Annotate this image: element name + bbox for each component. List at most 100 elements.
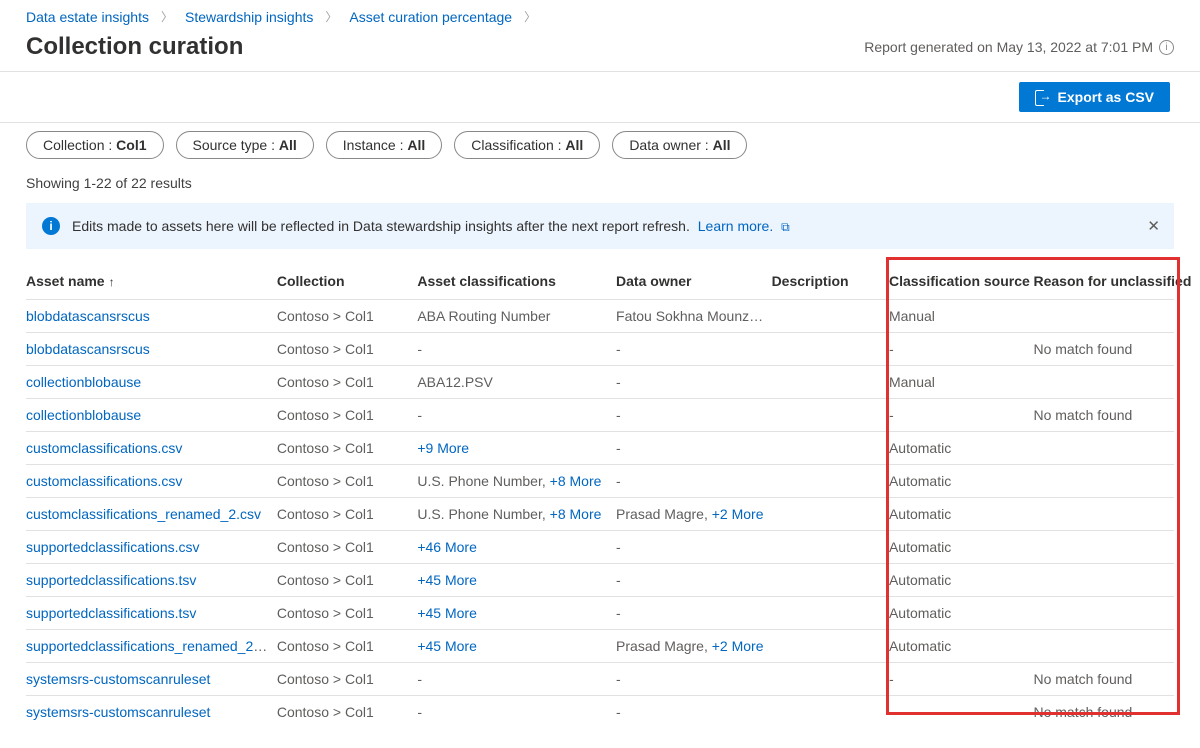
more-owners-link[interactable]: +2 More <box>712 506 764 522</box>
crumb-0[interactable]: Data estate insights <box>26 9 149 25</box>
info-icon[interactable]: i <box>1159 40 1174 55</box>
cell-classifications: U.S. Phone Number, +8 More <box>417 498 616 531</box>
more-classifications-link[interactable]: +45 More <box>417 572 477 588</box>
cell-classification-source: Automatic <box>889 597 1034 630</box>
asset-link[interactable]: supportedclassifications_renamed_2.tsv <box>26 638 275 654</box>
more-classifications-link[interactable]: +46 More <box>417 539 477 555</box>
asset-link[interactable]: customclassifications_renamed_2.csv <box>26 506 261 522</box>
cell-classifications: +45 More <box>417 630 616 663</box>
export-icon <box>1035 90 1050 104</box>
table-row: supportedclassifications.csvContoso > Co… <box>26 531 1174 564</box>
filter-pill-1[interactable]: Source type : All <box>176 131 314 159</box>
cell-classifications: - <box>417 333 616 366</box>
asset-link[interactable]: customclassifications.csv <box>26 440 182 456</box>
cell-collection: Contoso > Col1 <box>277 432 417 465</box>
cell-reason: No match found <box>1033 333 1174 366</box>
filter-pill-0[interactable]: Collection : Col1 <box>26 131 164 159</box>
cell-description <box>772 564 889 597</box>
asset-link[interactable]: blobdatascansrscus <box>26 341 150 357</box>
banner-learn-more-link[interactable]: Learn more. <box>698 218 773 234</box>
table-row: supportedclassifications_renamed_2.tsvCo… <box>26 630 1174 663</box>
cell-reason <box>1033 564 1174 597</box>
page-title: Collection curation <box>26 33 243 61</box>
cell-classification-source: Automatic <box>889 531 1034 564</box>
cell-data-owner: - <box>616 432 772 465</box>
col-asset-name[interactable]: Asset name↑ <box>26 263 277 300</box>
breadcrumb: Data estate insights 〉 Stewardship insig… <box>0 0 1200 31</box>
cell-data-owner: Prasad Magre, +2 More <box>616 498 772 531</box>
cell-description <box>772 696 889 729</box>
cell-classification-source: - <box>889 333 1034 366</box>
cell-data-owner: Fatou Sokhna Mounzeo <box>616 300 772 333</box>
cell-collection: Contoso > Col1 <box>277 465 417 498</box>
info-solid-icon: i <box>42 217 60 235</box>
cell-classification-source: Manual <box>889 366 1034 399</box>
table-row: customclassifications.csv Contoso > Col1U… <box>26 465 1174 498</box>
results-count: Showing 1-22 of 22 results <box>0 165 1200 203</box>
filter-pill-4[interactable]: Data owner : All <box>612 131 747 159</box>
cell-description <box>772 300 889 333</box>
asset-link[interactable]: supportedclassifications.csv <box>26 539 200 555</box>
close-icon[interactable]: ✕ <box>1147 217 1160 235</box>
cell-collection: Contoso > Col1 <box>277 696 417 729</box>
more-owners-link[interactable]: +2 More <box>712 638 764 654</box>
filter-pill-2[interactable]: Instance : All <box>326 131 442 159</box>
cell-classification-source: Automatic <box>889 630 1034 663</box>
asset-link[interactable]: collectionblobause <box>26 374 141 390</box>
cell-data-owner: - <box>616 333 772 366</box>
asset-link[interactable]: supportedclassifications.tsv <box>26 572 196 588</box>
crumb-2[interactable]: Asset curation percentage <box>349 9 512 25</box>
sort-asc-icon: ↑ <box>109 275 115 289</box>
chevron-right-icon: 〉 <box>325 8 337 25</box>
asset-link[interactable]: collectionblobause <box>26 407 141 423</box>
filter-bar: Collection : Col1 Source type : All Instan… <box>0 123 1200 165</box>
cell-data-owner: Prasad Magre, +2 More <box>616 630 772 663</box>
col-description[interactable]: Description <box>772 263 889 300</box>
export-csv-button[interactable]: Export as CSV <box>1019 82 1170 112</box>
cell-reason <box>1033 531 1174 564</box>
col-asset-classifications[interactable]: Asset classifications <box>417 263 616 300</box>
cell-description <box>772 465 889 498</box>
asset-link[interactable]: systemsrs-customscanruleset <box>26 704 210 720</box>
info-banner: i Edits made to assets here will be refl… <box>26 203 1174 249</box>
asset-link[interactable]: supportedclassifications.tsv <box>26 605 196 621</box>
crumb-1[interactable]: Stewardship insights <box>185 9 313 25</box>
external-link-icon: ⧉ <box>781 220 790 235</box>
cell-collection: Contoso > Col1 <box>277 564 417 597</box>
cell-classifications: - <box>417 399 616 432</box>
more-classifications-link[interactable]: +8 More <box>550 506 602 522</box>
col-collection[interactable]: Collection <box>277 263 417 300</box>
cell-classification-source: Automatic <box>889 465 1034 498</box>
more-classifications-link[interactable]: +45 More <box>417 638 477 654</box>
filter-pill-3[interactable]: Classification : All <box>454 131 600 159</box>
cell-reason <box>1033 630 1174 663</box>
more-classifications-link[interactable]: +8 More <box>550 473 602 489</box>
cell-classifications: - <box>417 696 616 729</box>
asset-link[interactable]: systemsrs-customscanruleset <box>26 671 210 687</box>
col-data-owner[interactable]: Data owner <box>616 263 772 300</box>
cell-data-owner: - <box>616 399 772 432</box>
cell-description <box>772 531 889 564</box>
cell-reason <box>1033 465 1174 498</box>
cell-data-owner: - <box>616 366 772 399</box>
cell-data-owner: - <box>616 696 772 729</box>
asset-link[interactable]: customclassifications.csv <box>26 473 182 489</box>
table-row: supportedclassifications.tsv Contoso > Co… <box>26 564 1174 597</box>
cell-classifications: U.S. Phone Number, +8 More <box>417 465 616 498</box>
more-classifications-link[interactable]: +45 More <box>417 605 477 621</box>
cell-classification-source: Automatic <box>889 498 1034 531</box>
cell-data-owner: - <box>616 531 772 564</box>
cell-reason <box>1033 300 1174 333</box>
cell-classifications: - <box>417 663 616 696</box>
cell-description <box>772 333 889 366</box>
col-classification-source[interactable]: Classification source <box>889 263 1034 300</box>
cell-description <box>772 597 889 630</box>
chevron-right-icon: 〉 <box>524 8 536 25</box>
asset-link[interactable]: blobdatascansrscus <box>26 308 150 324</box>
more-classifications-link[interactable]: +9 More <box>417 440 469 456</box>
col-reason-unclassified[interactable]: Reason for unclassified <box>1033 263 1174 300</box>
table-row: collectionblobauseContoso > Col1---No ma… <box>26 399 1174 432</box>
cell-classifications: ABA Routing Number <box>417 300 616 333</box>
table-row: customclassifications_renamed_2.csvConto… <box>26 498 1174 531</box>
cell-reason: No match found <box>1033 696 1174 729</box>
